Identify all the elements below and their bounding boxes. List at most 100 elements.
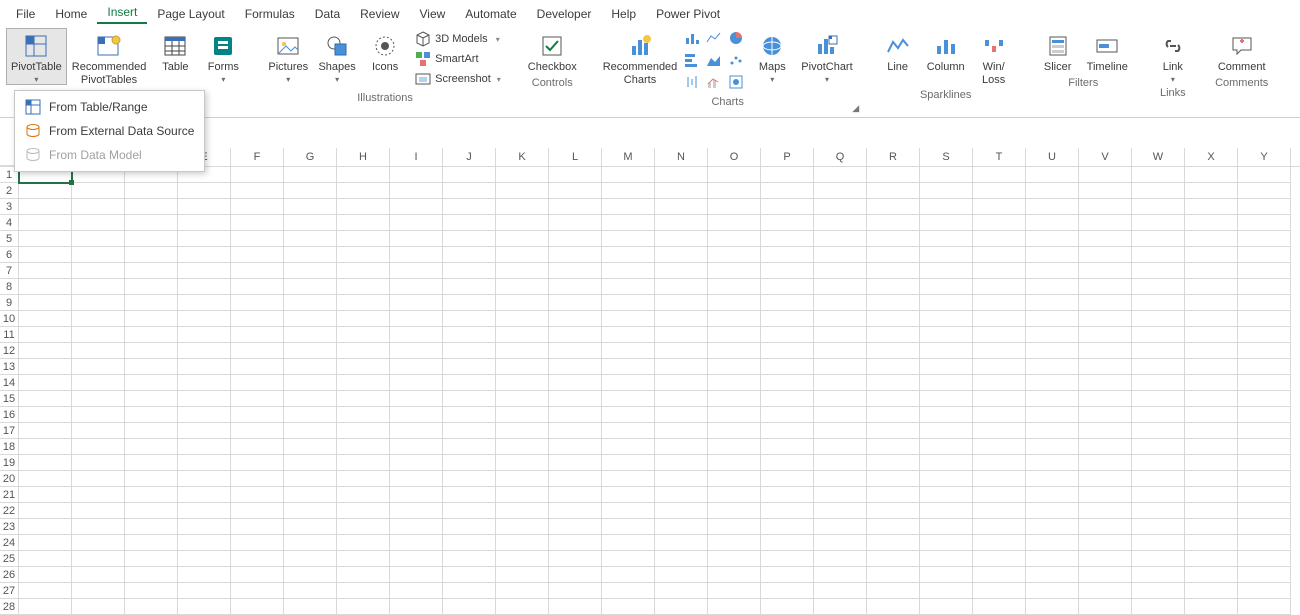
column-header[interactable]: K [496, 148, 549, 166]
cell[interactable] [443, 599, 496, 615]
cell[interactable] [708, 359, 761, 375]
cell[interactable] [1185, 503, 1238, 519]
cell[interactable] [390, 535, 443, 551]
cell[interactable] [19, 199, 72, 215]
cell[interactable] [973, 231, 1026, 247]
cell[interactable] [1238, 471, 1291, 487]
cell[interactable] [973, 519, 1026, 535]
cell[interactable] [1079, 199, 1132, 215]
cell[interactable] [443, 343, 496, 359]
cell[interactable] [1132, 183, 1185, 199]
cell[interactable] [920, 423, 973, 439]
cell[interactable] [602, 247, 655, 263]
cell[interactable] [284, 231, 337, 247]
cell[interactable] [602, 279, 655, 295]
cell[interactable] [761, 519, 814, 535]
cell[interactable] [125, 551, 178, 567]
cell[interactable] [337, 199, 390, 215]
smartart-button[interactable]: SmartArt [413, 50, 503, 68]
cell[interactable] [1238, 231, 1291, 247]
cell[interactable] [549, 407, 602, 423]
cell[interactable] [496, 167, 549, 183]
cell[interactable] [920, 391, 973, 407]
cell[interactable] [761, 487, 814, 503]
cell[interactable] [920, 487, 973, 503]
cell[interactable] [1132, 439, 1185, 455]
cell[interactable] [337, 279, 390, 295]
line-chart-button[interactable] [705, 29, 723, 47]
cell[interactable] [284, 167, 337, 183]
cell[interactable] [231, 247, 284, 263]
cell[interactable] [1132, 423, 1185, 439]
cell[interactable] [496, 231, 549, 247]
cell[interactable] [920, 359, 973, 375]
cell[interactable] [337, 551, 390, 567]
cell[interactable] [1026, 183, 1079, 199]
tab-view[interactable]: View [410, 3, 456, 24]
timeline-button[interactable]: Timeline [1082, 28, 1133, 75]
cell[interactable] [231, 183, 284, 199]
cell[interactable] [867, 487, 920, 503]
tab-file[interactable]: File [6, 3, 45, 24]
cell[interactable] [814, 471, 867, 487]
cell[interactable] [72, 535, 125, 551]
cell[interactable] [19, 583, 72, 599]
cell[interactable] [549, 599, 602, 615]
cell[interactable] [1132, 487, 1185, 503]
cell[interactable] [1079, 311, 1132, 327]
cell[interactable] [655, 359, 708, 375]
cell[interactable] [814, 567, 867, 583]
cell[interactable] [1079, 295, 1132, 311]
cell[interactable] [549, 439, 602, 455]
cell[interactable] [920, 279, 973, 295]
cell[interactable] [284, 519, 337, 535]
row-header[interactable]: 21 [0, 487, 19, 503]
pivottable-button[interactable]: PivotTable ▾ [6, 28, 67, 85]
cell[interactable] [1026, 199, 1079, 215]
cell[interactable] [72, 375, 125, 391]
cell[interactable] [1079, 327, 1132, 343]
cell[interactable] [178, 599, 231, 615]
cell[interactable] [390, 279, 443, 295]
cell[interactable] [761, 391, 814, 407]
cell[interactable] [1185, 231, 1238, 247]
sparkline-line-button[interactable]: Line [874, 28, 922, 75]
cell[interactable] [973, 327, 1026, 343]
cell[interactable] [549, 583, 602, 599]
cell[interactable] [496, 359, 549, 375]
cell[interactable] [814, 503, 867, 519]
cell[interactable] [1132, 519, 1185, 535]
cell[interactable] [496, 343, 549, 359]
tab-page-layout[interactable]: Page Layout [147, 3, 234, 24]
cell[interactable] [178, 359, 231, 375]
cell[interactable] [231, 199, 284, 215]
cell[interactable] [231, 471, 284, 487]
cell[interactable] [19, 183, 72, 199]
cell[interactable] [72, 599, 125, 615]
cell[interactable] [443, 279, 496, 295]
cell[interactable] [443, 439, 496, 455]
cell[interactable] [337, 327, 390, 343]
cell[interactable] [920, 247, 973, 263]
cell[interactable] [231, 295, 284, 311]
row-header[interactable]: 4 [0, 215, 19, 231]
cell[interactable] [814, 359, 867, 375]
cell[interactable] [231, 391, 284, 407]
cell[interactable] [1132, 583, 1185, 599]
cell[interactable] [178, 199, 231, 215]
cell[interactable] [1132, 343, 1185, 359]
cell[interactable] [814, 295, 867, 311]
cell[interactable] [72, 551, 125, 567]
cell[interactable] [973, 439, 1026, 455]
column-header[interactable]: G [284, 148, 337, 166]
cell[interactable] [602, 391, 655, 407]
row-header[interactable]: 7 [0, 263, 19, 279]
cell[interactable] [178, 487, 231, 503]
column-header[interactable]: V [1079, 148, 1132, 166]
cell[interactable] [655, 519, 708, 535]
cell[interactable] [973, 215, 1026, 231]
cell[interactable] [1185, 295, 1238, 311]
cell[interactable] [867, 215, 920, 231]
cell[interactable] [72, 311, 125, 327]
cell[interactable] [496, 279, 549, 295]
